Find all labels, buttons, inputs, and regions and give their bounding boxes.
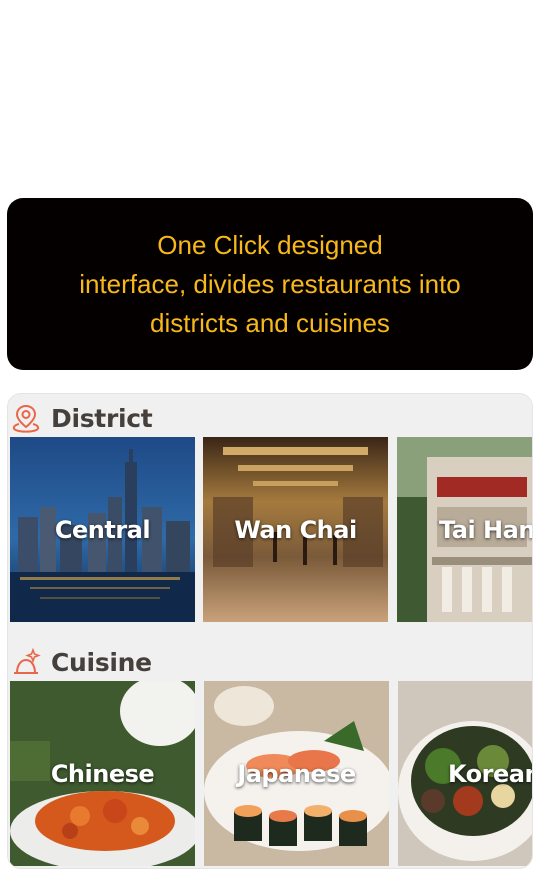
cuisine-label-chinese: Chinese — [50, 759, 155, 788]
screenshot-page: One Click designed interface, divides re… — [0, 0, 539, 874]
map-pin-icon — [12, 404, 40, 433]
district-label-central: Central — [54, 515, 151, 544]
district-label-tai-hang: Tai Hang — [439, 515, 532, 544]
district-title: District — [51, 403, 153, 433]
cuisine-tile-japanese[interactable]: Japanese — [204, 681, 389, 866]
banner-line-1: One Click designed — [157, 229, 383, 260]
cuisine-label-korean: Korean — [448, 759, 533, 788]
cuisine-label-japanese: Japanese — [237, 759, 356, 788]
app-preview: District Central Wan Chai Tai Ha Cuisine… — [7, 393, 533, 869]
chef-hat-icon — [14, 647, 41, 674]
cuisine-tile-chinese[interactable]: Chinese — [10, 681, 195, 866]
district-tile-central[interactable]: Central — [10, 437, 195, 622]
banner-line-3: districts and cuisines — [150, 307, 390, 338]
district-tile-wan-chai[interactable]: Wan Chai — [203, 437, 388, 622]
banner-line-2: interface, divides restaurants into — [79, 268, 461, 299]
cuisine-title: Cuisine — [51, 647, 152, 677]
district-header: District — [8, 398, 153, 438]
promo-banner: One Click designed interface, divides re… — [7, 198, 533, 370]
cuisine-header: Cuisine — [8, 642, 152, 682]
district-label-wan-chai: Wan Chai — [234, 515, 357, 544]
district-tile-tai-hang[interactable]: Tai Hang — [397, 437, 532, 622]
cuisine-tile-korean[interactable]: Korean — [398, 681, 533, 866]
